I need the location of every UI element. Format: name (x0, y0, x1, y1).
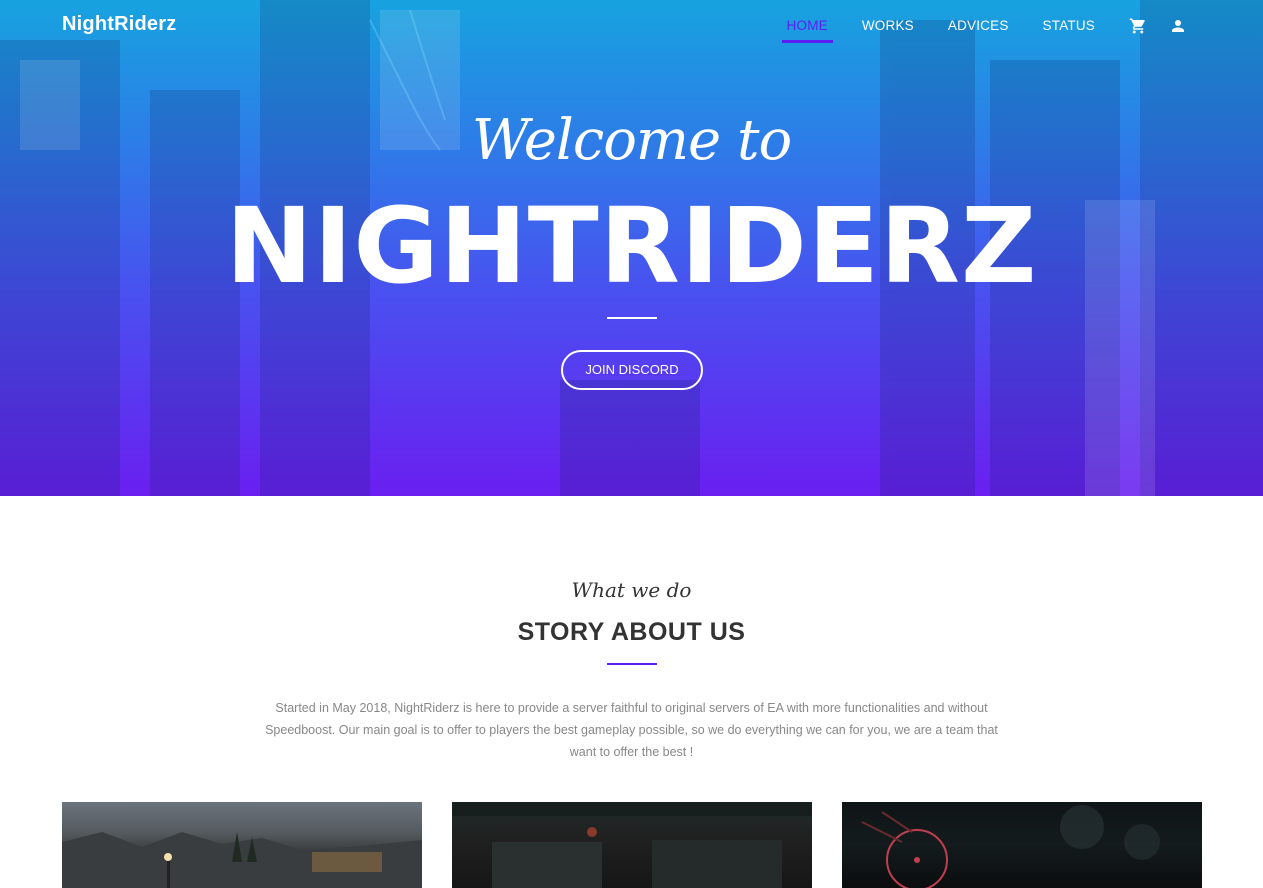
user-icon[interactable] (1169, 17, 1187, 35)
nav-status[interactable]: STATUS (1043, 0, 1095, 43)
hero-title: NIGHTRIDERZ (225, 185, 1038, 307)
hero-section: NightRiderz HOME WORKS ADVICES STATUS We… (0, 0, 1263, 496)
gallery-card-1[interactable] (62, 802, 422, 888)
section-divider (607, 663, 657, 665)
nav-works[interactable]: WORKS (862, 0, 914, 43)
nav-home[interactable]: HOME (781, 0, 834, 43)
brand-logo[interactable]: NightRiderz (62, 13, 176, 36)
hero-divider (607, 317, 657, 319)
card-image-mountain-scene (62, 832, 422, 888)
section-title: STORY ABOUT US (517, 618, 746, 646)
card-image-garage-scene (452, 802, 812, 888)
gallery-card-3[interactable] (842, 802, 1202, 888)
main-nav: HOME WORKS ADVICES STATUS (753, 0, 1187, 52)
card-image-ferris-wheel-scene (861, 805, 1160, 888)
section-kicker: What we do (571, 578, 692, 602)
story-paragraph: Started in May 2018, NightRiderz is here… (265, 701, 998, 759)
gallery-card-2[interactable] (452, 802, 812, 888)
nav-advices[interactable]: ADVICES (948, 0, 1009, 43)
hero-welcome-text: Welcome to (471, 108, 792, 173)
top-navbar: NightRiderz HOME WORKS ADVICES STATUS (0, 0, 1263, 52)
cart-icon[interactable] (1129, 17, 1147, 35)
join-discord-button[interactable]: JOIN DISCORD (561, 350, 703, 390)
